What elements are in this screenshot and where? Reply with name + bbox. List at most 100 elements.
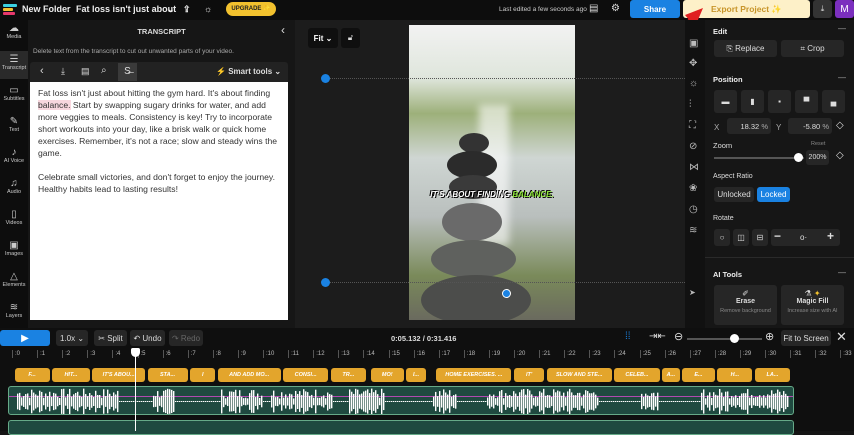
caption-chip[interactable]: STA... [147, 368, 188, 382]
locked-button[interactable]: Locked [757, 187, 790, 202]
nav-elements[interactable]: △ Elements [0, 268, 28, 296]
caption-chip[interactable]: IT' [514, 368, 545, 382]
zoom-out-icon[interactable]: ⊖ [674, 330, 683, 343]
collapse-icon[interactable]: — [838, 73, 846, 82]
move-icon[interactable]: ✥ [689, 58, 697, 69]
zoom-slider-thumb[interactable] [794, 153, 803, 162]
captions-icon[interactable]: ▤ [81, 66, 90, 77]
video-preview[interactable]: IT'S ABOUT FINDING BALANCE. [409, 25, 575, 320]
resize-handle[interactable] [321, 74, 330, 83]
download-icon[interactable]: ⤓ [813, 0, 832, 18]
rotate-icon[interactable]: ○ [714, 229, 730, 246]
erase-tool[interactable]: ✐ Erase Remove background [714, 285, 777, 325]
rotate-stepper[interactable]: − o· + [771, 229, 840, 246]
reset-button[interactable]: Reset [811, 141, 825, 147]
timeline-zoom-slider[interactable] [687, 338, 762, 340]
caption-chip[interactable]: HOME EXERCISES. ... [436, 368, 512, 382]
transition-icon[interactable]: ⋈ [689, 162, 699, 173]
caption-chip[interactable]: MO! [370, 368, 404, 382]
collapse-icon[interactable]: — [838, 24, 846, 33]
caption-chip[interactable]: CONSI... [283, 368, 329, 382]
video-track[interactable] [8, 420, 794, 435]
caption-chip[interactable]: TR... [330, 368, 366, 382]
caption-chip[interactable]: AND ADD MO... [217, 368, 281, 382]
collapse-panel-icon[interactable]: ‹ [281, 23, 285, 37]
unlocked-button[interactable]: Unlocked [714, 187, 754, 202]
y-input[interactable]: -5.80 % [788, 118, 832, 134]
back-icon[interactable]: ‹ [40, 65, 44, 77]
rotate-handle[interactable] [502, 289, 511, 298]
smart-tools-button[interactable]: ⚡ Smart tools ⌄ [216, 67, 281, 76]
fit-width-icon[interactable]: ⇥⇤ [649, 331, 666, 342]
download-icon[interactable]: ⤓ [61, 66, 65, 77]
comment-icon[interactable]: ▤ [589, 3, 598, 14]
speed-dropdown[interactable]: 1.0x ⌄ [56, 330, 88, 346]
resize-handle[interactable] [321, 278, 330, 287]
caption-chip[interactable]: CELEB... [614, 368, 660, 382]
nav-subtitles[interactable]: ▭ Subtitles [0, 82, 28, 110]
split-button[interactable]: ✂ Split [94, 330, 127, 346]
close-icon[interactable]: ✕ [836, 329, 847, 345]
magic-fill-tool[interactable]: ⚗ ✦ Magic Fill Increase size with AI [781, 285, 844, 325]
undo-button[interactable]: ↶ Undo [130, 330, 165, 346]
nav-images[interactable]: ▣ Images [0, 237, 28, 265]
lightbulb-icon[interactable]: ☼ [204, 4, 212, 14]
keyframe-icon[interactable]: ◇ [836, 150, 844, 161]
transcript-paragraph[interactable]: Celebrate small victories, and don't for… [38, 171, 280, 195]
align-bottom-button[interactable]: ▄ [822, 90, 845, 113]
plus-icon[interactable]: + [827, 229, 834, 243]
replace-button[interactable]: ⎘ Replace [714, 40, 777, 57]
lightbulb-icon[interactable]: ☼ [689, 78, 698, 89]
fullscreen-icon[interactable]: ⛶ [689, 120, 696, 131]
caption-chip[interactable]: E... [682, 368, 715, 382]
caption-chip[interactable]: F... [14, 368, 50, 382]
logo[interactable] [3, 4, 17, 16]
caption-chip[interactable]: IT'S ABOU... [92, 368, 146, 382]
align-top-left-button[interactable]: ▪ [768, 90, 791, 113]
unlock-icon[interactable]: 🔓︎ [341, 28, 360, 48]
align-fill-button[interactable]: ▮ [741, 90, 764, 113]
timer-icon[interactable]: ◷ [689, 204, 698, 215]
timeline-zoom-thumb[interactable] [730, 334, 739, 343]
transcript-text[interactable]: Fat loss isn't just about hitting the gy… [30, 82, 288, 320]
play-button[interactable]: ▶ [0, 330, 50, 346]
nav-ai-voice[interactable]: ♪ AI Voice [0, 144, 28, 172]
avatar[interactable]: M [835, 0, 854, 18]
zoom-value[interactable]: 200% [806, 150, 829, 165]
zoom-in-icon[interactable]: ⊕ [765, 330, 774, 343]
caption-chip[interactable]: HIT... [52, 368, 90, 382]
chevron-down-icon[interactable]: ⌄ [167, 4, 175, 15]
image-icon[interactable]: ▣ [689, 38, 698, 49]
filters-icon[interactable]: ❀ [689, 183, 697, 194]
caption-chip[interactable]: I [190, 368, 216, 382]
zoom-slider[interactable] [714, 157, 804, 159]
audio-track[interactable] [8, 386, 794, 415]
collapse-icon[interactable]: — [838, 268, 846, 277]
fit-dropdown[interactable]: Fit ⌄ [308, 28, 338, 48]
nav-audio[interactable]: ♫ Audio [0, 175, 28, 203]
search-icon[interactable]: ⌕ [101, 65, 107, 76]
align-center-button[interactable]: ▬ [714, 90, 737, 113]
flip-vertical-icon[interactable]: ⊟ [752, 229, 768, 246]
caption-chip[interactable]: H... [717, 368, 753, 382]
minus-icon[interactable]: − [774, 229, 781, 243]
caption-chip[interactable]: I... [406, 368, 427, 382]
upgrade-button[interactable]: UPGRADE ✨ [226, 2, 276, 16]
align-top-button[interactable]: ▀ [795, 90, 818, 113]
breadcrumb-folder[interactable]: New Folder [22, 4, 71, 14]
nav-transcript[interactable]: ☰ Transcript [0, 51, 28, 79]
layers-icon[interactable]: ≋ [689, 225, 697, 236]
snap-icon[interactable]: ⁞⁞ [625, 331, 631, 342]
x-input[interactable]: 18.32 % [727, 118, 771, 134]
project-title[interactable]: Fat loss isn't just about [76, 4, 176, 14]
caption-chip[interactable]: A... [662, 368, 680, 382]
bandage-icon[interactable]: ⊘ [689, 141, 697, 152]
transcript-paragraph[interactable]: Fat loss isn't just about hitting the gy… [38, 87, 280, 159]
flip-horizontal-icon[interactable]: ◫ [733, 229, 749, 246]
caption-chip[interactable]: LA... [754, 368, 791, 382]
nav-text[interactable]: ✎ Text [0, 113, 28, 141]
nav-media[interactable]: ☁ Media [0, 20, 28, 48]
playhead-handle[interactable] [131, 348, 140, 357]
strikethrough-icon[interactable]: S̶ [118, 63, 137, 81]
playhead[interactable] [135, 348, 136, 431]
